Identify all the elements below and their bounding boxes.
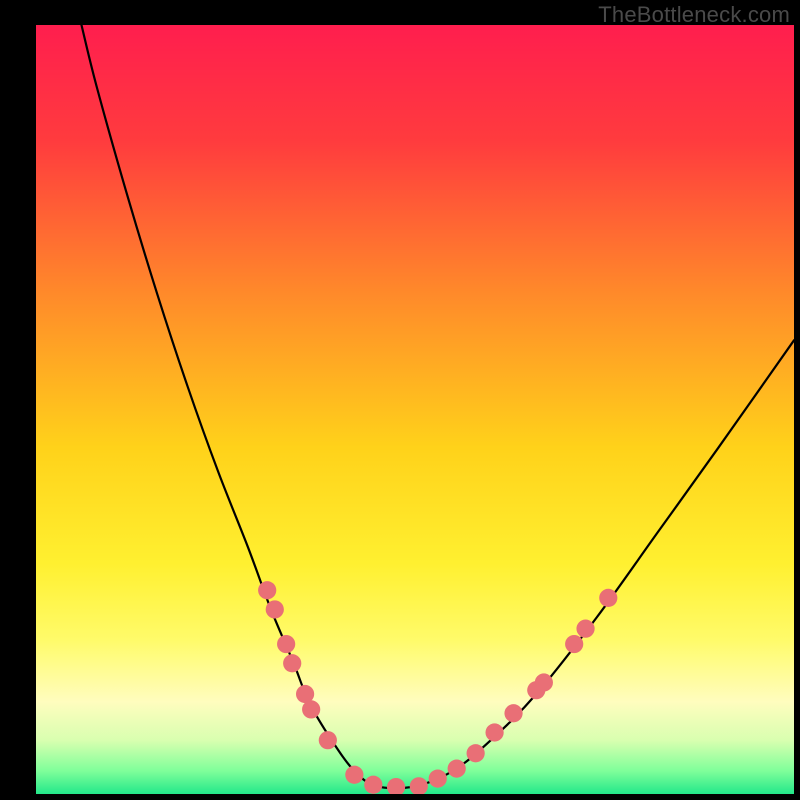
highlight-dot (448, 760, 466, 778)
highlight-dot (410, 777, 428, 794)
plot-inner (36, 25, 794, 794)
plot-area (36, 25, 794, 794)
highlight-dot (467, 744, 485, 762)
highlight-dot (429, 770, 447, 788)
highlight-dot (345, 766, 363, 784)
highlight-dot (283, 654, 301, 672)
highlight-dot (485, 723, 503, 741)
curve-layer (36, 25, 794, 794)
highlight-dot (319, 731, 337, 749)
highlight-dot (266, 600, 284, 618)
highlight-dot (535, 673, 553, 691)
highlight-dot (504, 704, 522, 722)
highlight-dot (364, 776, 382, 794)
highlight-dot (302, 700, 320, 718)
highlight-dot (576, 620, 594, 638)
highlight-dot (258, 581, 276, 599)
highlight-dot (599, 589, 617, 607)
watermark-text: TheBottleneck.com (598, 2, 790, 28)
highlight-dots (258, 581, 617, 794)
highlight-dot (565, 635, 583, 653)
highlight-dot (387, 778, 405, 794)
bottleneck-curve (81, 25, 794, 788)
highlight-dot (277, 635, 295, 653)
chart-frame: TheBottleneck.com (0, 0, 800, 800)
